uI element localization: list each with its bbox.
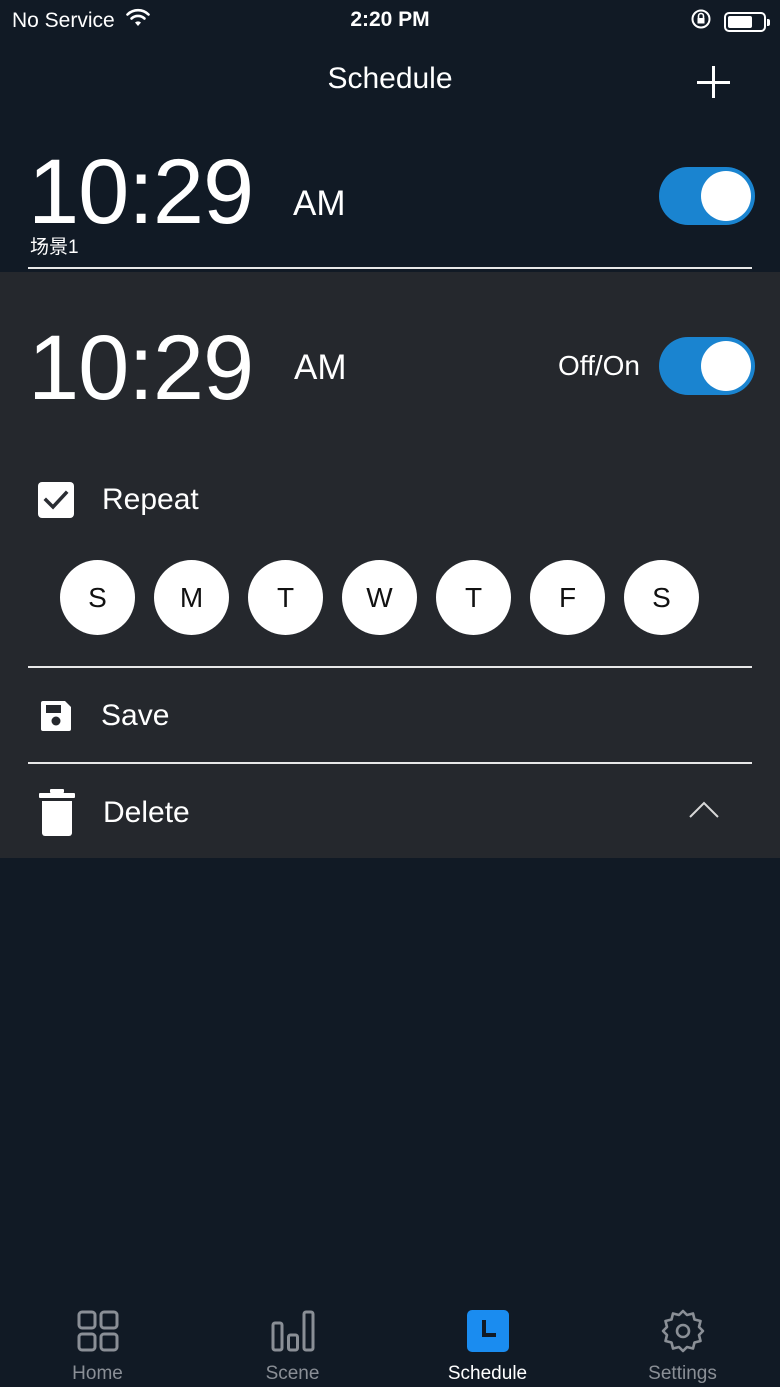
toggle-knob	[701, 341, 751, 391]
weekday-selector: S M T W T F S	[60, 560, 699, 635]
tab-scene-label: Scene	[265, 1363, 320, 1384]
status-time: 2:20 PM	[350, 8, 430, 31]
toggle-label: Off/On	[558, 350, 640, 381]
schedule-ampm: AM	[293, 184, 346, 223]
tab-settings-label: Settings	[648, 1363, 717, 1384]
tab-home-label: Home	[72, 1363, 123, 1384]
schedule-editor-panel: 10:29 AM Off/On Repeat S M T W T F S Sav…	[0, 272, 780, 858]
editor-ampm[interactable]: AM	[294, 348, 347, 388]
tab-scene[interactable]: Scene	[195, 1300, 390, 1387]
day-tuesday[interactable]: T	[248, 560, 323, 635]
battery-icon	[724, 12, 770, 32]
day-wednesday[interactable]: W	[342, 560, 417, 635]
schedule-scene-name: 场景1	[30, 237, 79, 258]
trash-icon	[38, 789, 76, 837]
editor-time[interactable]: 10:29	[28, 322, 254, 414]
delete-button[interactable]: Delete	[38, 788, 190, 838]
divider	[28, 267, 752, 269]
tab-schedule[interactable]: Schedule	[390, 1300, 585, 1387]
repeat-label: Repeat	[102, 483, 199, 516]
save-button[interactable]: Save	[38, 691, 169, 741]
collapse-chevron-up-icon[interactable]	[688, 800, 720, 820]
tab-bar: Home Scene Schedule Settings	[0, 1300, 780, 1387]
tab-home[interactable]: Home	[0, 1300, 195, 1387]
schedule-time: 10:29	[28, 141, 254, 243]
add-schedule-button[interactable]	[694, 62, 734, 102]
day-thursday[interactable]: T	[436, 560, 511, 635]
gear-icon	[661, 1309, 705, 1353]
orientation-lock-icon	[690, 8, 712, 36]
repeat-row[interactable]: Repeat	[38, 480, 199, 520]
day-sunday[interactable]: S	[60, 560, 135, 635]
day-friday[interactable]: F	[530, 560, 605, 635]
nav-bar: Schedule	[0, 40, 780, 120]
status-bar: No Service 2:20 PM	[0, 0, 780, 40]
repeat-checkbox[interactable]	[38, 482, 74, 518]
tab-settings[interactable]: Settings	[585, 1300, 780, 1387]
divider	[28, 666, 752, 668]
bar-chart-icon	[271, 1309, 315, 1353]
schedule-item[interactable]: 10:29 AM 场景1	[0, 120, 780, 270]
schedule-enable-toggle[interactable]	[659, 167, 755, 225]
delete-label: Delete	[103, 796, 190, 829]
checkmark-icon	[43, 490, 69, 510]
save-icon	[38, 698, 74, 734]
clock-icon	[466, 1309, 510, 1353]
grid-icon	[76, 1309, 120, 1353]
status-right	[690, 8, 770, 36]
day-monday[interactable]: M	[154, 560, 229, 635]
editor-enable-toggle[interactable]	[659, 337, 755, 395]
day-saturday[interactable]: S	[624, 560, 699, 635]
toggle-knob	[701, 171, 751, 221]
save-label: Save	[101, 699, 170, 732]
divider	[28, 762, 752, 764]
tab-schedule-label: Schedule	[447, 1363, 528, 1384]
page-title: Schedule	[327, 62, 453, 95]
